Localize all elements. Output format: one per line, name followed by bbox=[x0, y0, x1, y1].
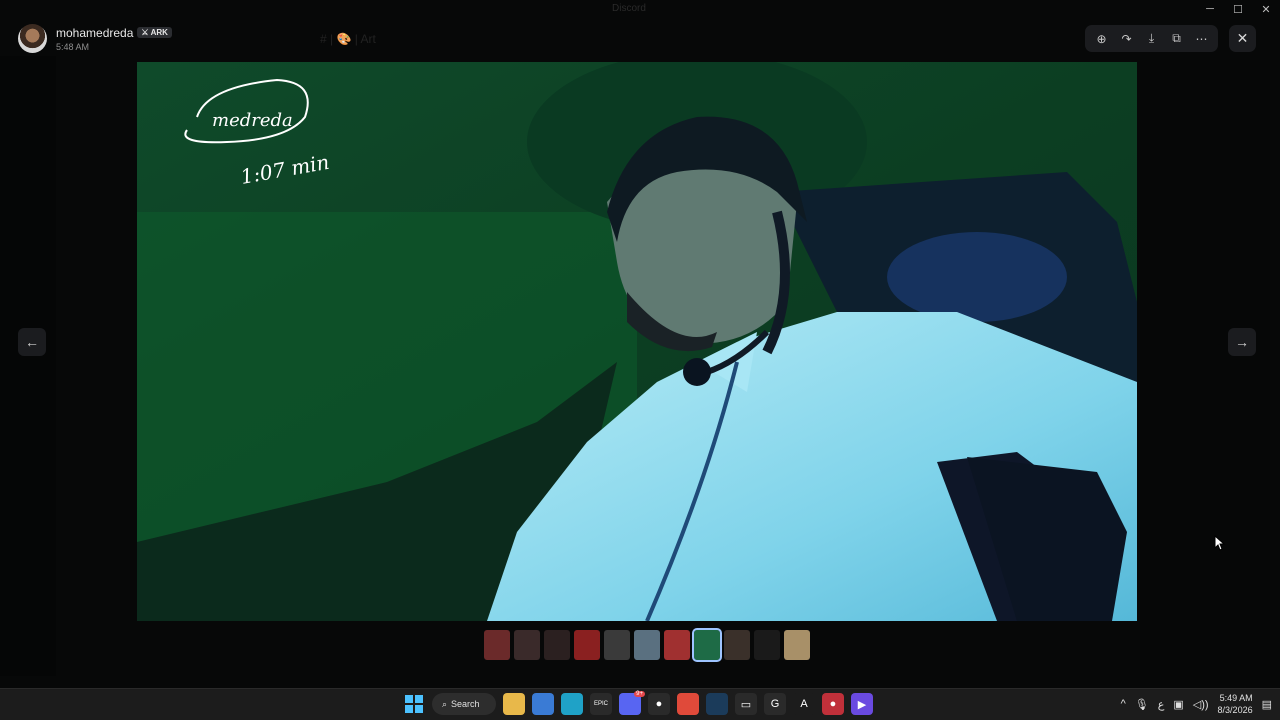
keyboard-app-icon[interactable]: ▭ bbox=[735, 693, 757, 715]
media-toolbar: ⊕ ↷ ⤓ ⧉ ⋯ bbox=[1085, 25, 1218, 52]
tray-overflow-chevron-icon[interactable]: ^ bbox=[1121, 698, 1126, 710]
file-explorer-icon[interactable] bbox=[503, 693, 525, 715]
open-external-icon[interactable]: ⧉ bbox=[1166, 28, 1188, 50]
epic-games-glyph: EPIC bbox=[593, 701, 608, 707]
more-icon[interactable]: ⋯ bbox=[1191, 28, 1213, 50]
discord-icon[interactable]: 9+ bbox=[619, 691, 645, 715]
thumbnail[interactable] bbox=[544, 630, 570, 660]
clock-time: 5:49 AM bbox=[1219, 693, 1253, 703]
maximize-button[interactable]: ☐ bbox=[1224, 0, 1252, 18]
steam-icon[interactable] bbox=[706, 693, 728, 715]
zoom-in-icon[interactable]: ⊕ bbox=[1091, 28, 1113, 50]
thumbnail[interactable] bbox=[634, 630, 660, 660]
channel-name: # | 🎨 | Art bbox=[320, 32, 376, 46]
post-time: 5:48 AM bbox=[56, 41, 90, 52]
recorder-app-glyph: ● bbox=[829, 698, 837, 710]
thumbnail[interactable] bbox=[754, 630, 780, 660]
microphone-icon[interactable]: 🎙 bbox=[1135, 698, 1149, 711]
window-close-button[interactable]: ✕ bbox=[1252, 0, 1280, 18]
notifications-icon[interactable]: ▤ bbox=[1262, 698, 1272, 711]
server-rail bbox=[0, 56, 56, 676]
volume-icon[interactable]: ◁)) bbox=[1193, 698, 1209, 711]
thumbnail[interactable] bbox=[514, 630, 540, 660]
system-tray: ^ 🎙 ع ▣ ◁)) 5:49 AM 8/3/2026 ▤ bbox=[1121, 692, 1272, 716]
store-icon[interactable] bbox=[532, 693, 554, 715]
thumbnail[interactable] bbox=[604, 630, 630, 660]
clan-badge-label: ARK bbox=[150, 28, 168, 37]
clan-badge: ⚔ ARK bbox=[137, 27, 172, 38]
notification-badge: 9+ bbox=[634, 691, 645, 697]
thumbnail[interactable] bbox=[574, 630, 600, 660]
language-indicator[interactable]: ع bbox=[1158, 698, 1165, 711]
cursor-arrow-icon bbox=[1214, 534, 1226, 551]
forward-icon[interactable]: ↷ bbox=[1116, 28, 1138, 50]
previous-image-button[interactable]: ← bbox=[18, 328, 46, 356]
signature-name: medreda bbox=[212, 110, 293, 131]
thumbnail[interactable] bbox=[484, 630, 510, 660]
obs-icon[interactable]: ● bbox=[648, 693, 670, 715]
taskbar-clock[interactable]: 5:49 AM 8/3/2026 bbox=[1218, 692, 1253, 716]
edge-icon[interactable] bbox=[561, 693, 583, 715]
minimize-button[interactable]: ─ bbox=[1196, 0, 1224, 18]
keyboard-app-glyph: ▭ bbox=[740, 698, 752, 711]
close-viewer-button[interactable]: ✕ bbox=[1229, 25, 1256, 52]
search-icon: ⌕ bbox=[442, 698, 448, 709]
network-icon[interactable]: ▣ bbox=[1173, 698, 1183, 711]
digital-painting: medreda 1:07 min bbox=[137, 62, 1137, 621]
thumbnail[interactable] bbox=[692, 628, 722, 662]
windows-logo-icon bbox=[405, 695, 423, 713]
search-label: Search bbox=[451, 699, 480, 709]
clock-date: 8/3/2026 bbox=[1217, 705, 1253, 715]
member-list bbox=[1140, 60, 1270, 680]
video-app-glyph: ▶ bbox=[857, 698, 867, 711]
g-app-icon[interactable]: G bbox=[764, 693, 786, 715]
thumbnail[interactable] bbox=[724, 630, 750, 660]
windows-taskbar: ⌕ Search EPIC 9+ ● ▭ G A ● ▶ ^ 🎙 ع ▣ ◁)) 5:49 A… bbox=[0, 688, 1280, 720]
video-app-icon[interactable]: ▶ bbox=[851, 693, 873, 715]
recorder-app-icon[interactable]: ● bbox=[822, 693, 844, 715]
window-controls: ─ ☐ ✕ bbox=[1196, 0, 1280, 18]
sword-icon: ⚔ bbox=[141, 28, 149, 37]
author-name[interactable]: mohamedreda bbox=[56, 26, 133, 40]
download-icon[interactable]: ⤓ bbox=[1141, 28, 1163, 50]
window-title: Discord bbox=[612, 3, 646, 14]
thumbnail-strip bbox=[484, 628, 810, 662]
a-app-glyph: A bbox=[800, 698, 808, 710]
obs-glyph: ● bbox=[655, 698, 663, 710]
author-header: mohamedreda ⚔ ARK 5:48 AM bbox=[18, 24, 172, 53]
thumbnail[interactable] bbox=[664, 630, 690, 660]
thumbnail[interactable] bbox=[784, 630, 810, 660]
a-app-icon[interactable]: A bbox=[793, 693, 815, 715]
taskbar-search[interactable]: ⌕ Search bbox=[432, 693, 496, 715]
g-app-glyph: G bbox=[770, 698, 780, 710]
next-image-button[interactable]: → bbox=[1228, 328, 1256, 356]
epic-games-icon[interactable]: EPIC bbox=[590, 693, 612, 715]
avatar[interactable] bbox=[18, 24, 47, 53]
chrome-icon[interactable] bbox=[677, 693, 699, 715]
start-button[interactable] bbox=[403, 693, 425, 715]
artwork-image: medreda 1:07 min bbox=[137, 62, 1137, 621]
